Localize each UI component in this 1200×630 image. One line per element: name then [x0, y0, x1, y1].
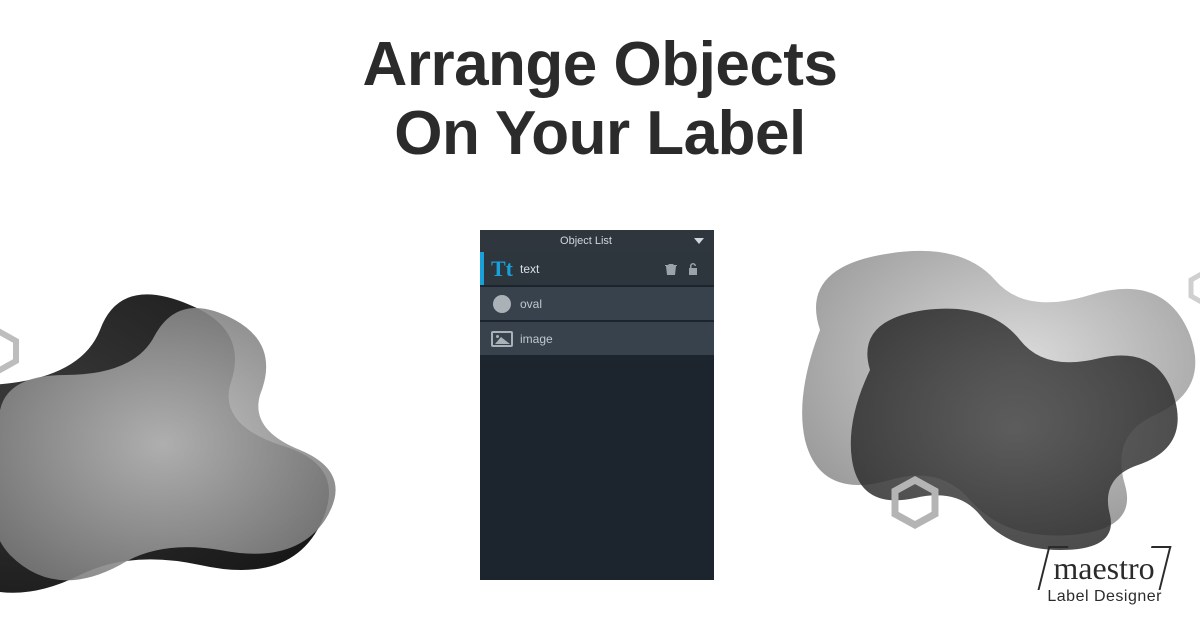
object-list-body: Tt text oval image — [480, 252, 714, 580]
object-row-image[interactable]: image — [480, 322, 714, 355]
text-icon: Tt — [484, 252, 520, 285]
object-row-oval[interactable]: oval — [480, 287, 714, 320]
trash-icon[interactable] — [664, 262, 678, 276]
unlock-icon[interactable] — [686, 262, 700, 276]
brand-name: maestro — [1047, 552, 1162, 584]
object-list-panel: Object List Tt text — [480, 230, 714, 580]
object-row-label: text — [520, 262, 664, 276]
decorative-blob-right — [760, 200, 1200, 560]
decorative-blob-left — [0, 235, 440, 595]
image-icon — [484, 322, 520, 355]
page-title-line1: Arrange Objects — [363, 30, 838, 99]
page-title-line2: On Your Label — [394, 99, 806, 168]
chevron-down-icon[interactable] — [692, 234, 706, 248]
object-row-label: oval — [520, 297, 706, 311]
object-row-text[interactable]: Tt text — [480, 252, 714, 285]
brand-logo: maestro Label Designer — [1047, 552, 1162, 606]
page-title: Arrange Objects On Your Label — [0, 30, 1200, 169]
object-list-title: Object List — [480, 235, 692, 247]
brand-subtitle: Label Designer — [1047, 588, 1162, 606]
object-row-label: image — [520, 332, 706, 346]
object-list-header[interactable]: Object List — [480, 230, 714, 252]
circle-icon — [484, 287, 520, 320]
